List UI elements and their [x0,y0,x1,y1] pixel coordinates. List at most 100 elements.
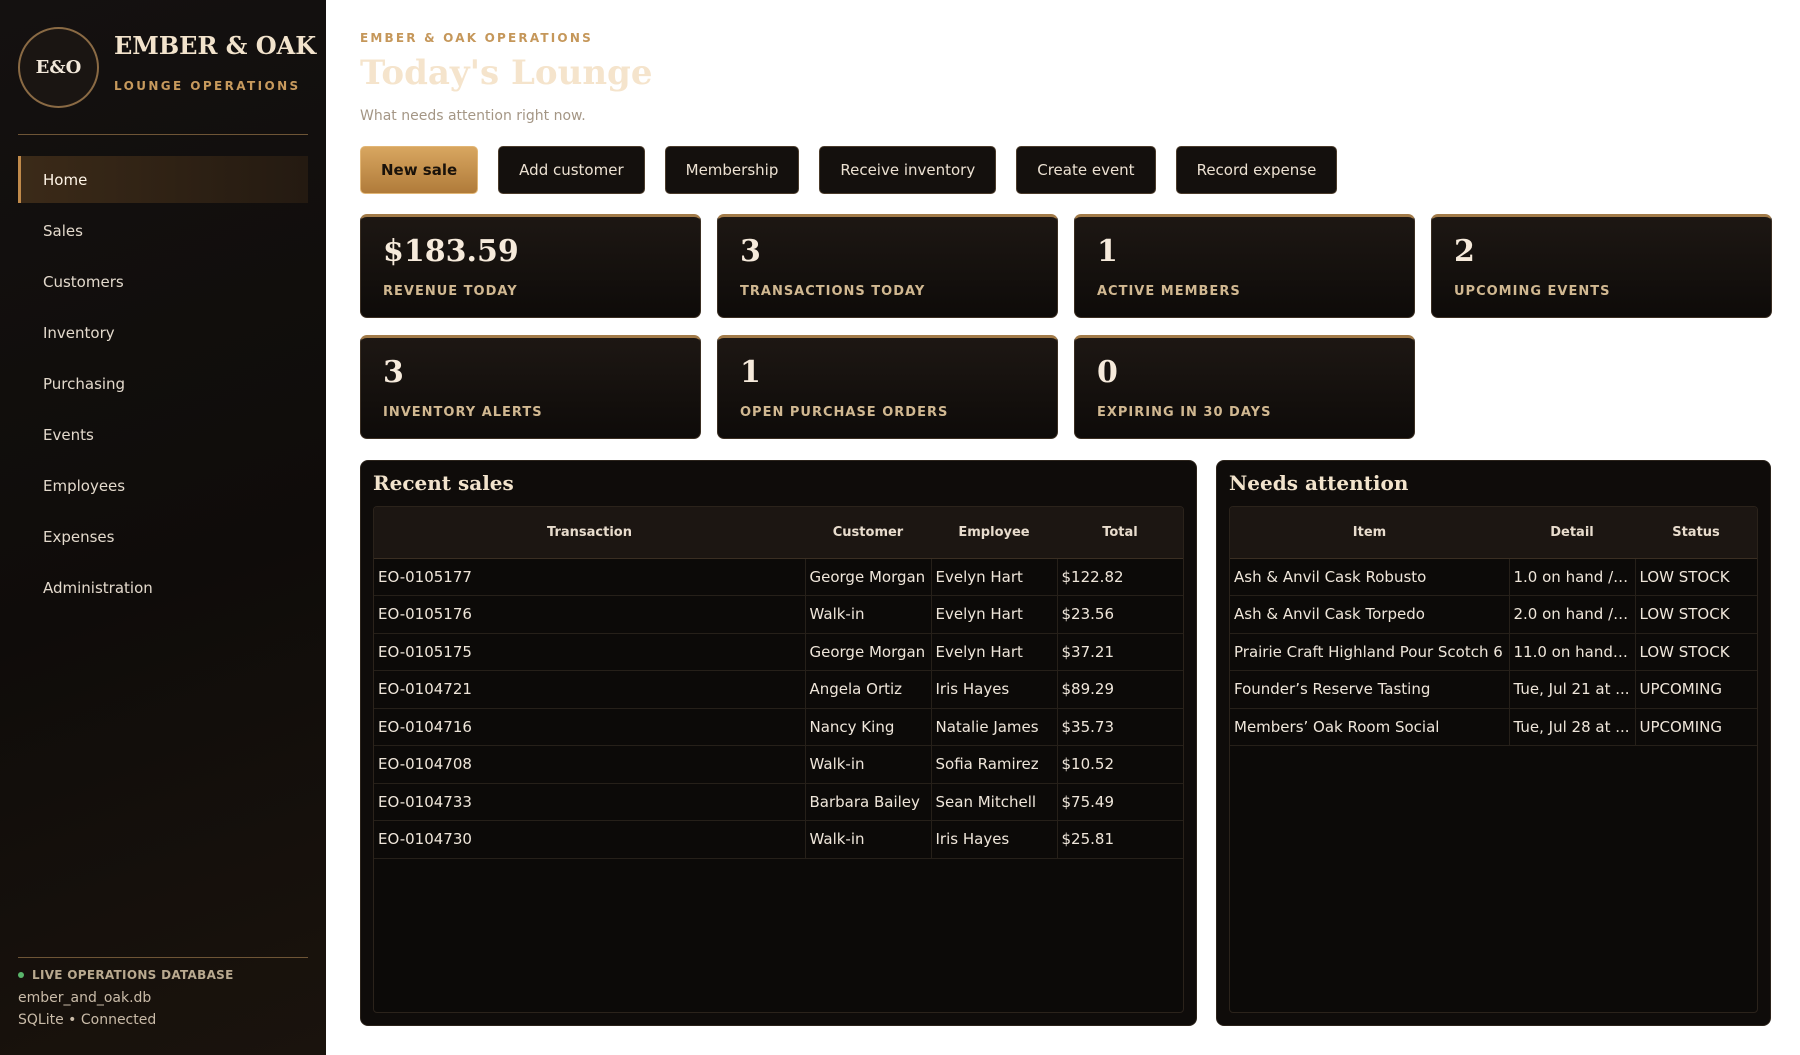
sidebar: E&O EMBER & OAK LOUNGE OPERATIONS Home S… [0,0,326,1055]
column-header[interactable]: Transaction [374,507,805,559]
table-cell: $122.82 [1057,558,1183,596]
table-row[interactable]: EO-0104716 Nancy King Natalie James $35.73 [374,708,1183,746]
metric-open-purchase-orders: 1 OPEN PURCHASE ORDERS [717,335,1058,439]
table-row[interactable]: EO-0105177 George Morgan Evelyn Hart $122.8… [374,558,1183,596]
sidebar-item-expenses[interactable]: Expenses [18,513,308,560]
sidebar-item-sales[interactable]: Sales [18,207,308,254]
page-subtitle: What needs attention right now. [360,108,586,124]
table-cell: 11.0 on hand /... [1509,633,1636,671]
sidebar-item-customers[interactable]: Customers [18,258,308,305]
table-cell: Ash & Anvil Cask Robusto [1230,558,1510,596]
sidebar-item-label: Customers [43,272,124,291]
table-cell: Barbara Bailey [805,783,932,821]
column-header[interactable]: Customer [805,507,931,559]
add-customer-button[interactable]: Add customer [498,146,645,194]
page-title: Today's Lounge [360,53,653,93]
table-cell: 1.0 on hand / ... [1509,558,1636,596]
column-header[interactable]: Detail [1509,507,1635,559]
metric-inventory-alerts: 3 INVENTORY ALERTS [360,335,701,439]
metric-label: OPEN PURCHASE ORDERS [740,405,949,420]
main-content: EMBER & OAK OPERATIONS Today's Lounge Wh… [360,0,1772,1055]
table-row[interactable]: EO-0104721 Angela Ortiz Iris Hayes $89.29 [374,670,1183,709]
metric-value: 1 [1097,234,1118,269]
brand-subtitle: LOUNGE OPERATIONS [114,79,301,93]
metric-upcoming-events: 2 UPCOMING EVENTS [1431,214,1772,318]
metric-expiring-30-days: 0 EXPIRING IN 30 DAYS [1074,335,1415,439]
metric-value: 2 [1454,234,1475,269]
column-header[interactable]: Item [1230,507,1509,559]
table-cell: George Morgan [805,558,932,596]
table-row[interactable]: Prairie Craft Highland Pour Scotch 6 11.0… [1230,633,1757,671]
record-expense-button[interactable]: Record expense [1175,146,1338,194]
table-cell: 2.0 on hand / ... [1509,595,1636,634]
sidebar-item-purchasing[interactable]: Purchasing [18,360,308,407]
table-row[interactable]: EO-0105176 Walk-in Evelyn Hart $23.56 [374,595,1183,634]
sidebar-item-label: Sales [43,221,83,240]
table-row[interactable]: Founder’s Reserve Tasting Tue, Jul 21 at … [1230,670,1757,709]
sidebar-item-events[interactable]: Events [18,411,308,458]
metric-label: REVENUE TODAY [383,284,518,299]
table-row[interactable]: Ash & Anvil Cask Torpedo 2.0 on hand / ..… [1230,595,1757,634]
sidebar-item-employees[interactable]: Employees [18,462,308,509]
sidebar-item-label: Events [43,425,94,444]
recent-sales-panel: Recent sales Transaction Customer Employ… [360,460,1197,1026]
create-event-button[interactable]: Create event [1016,146,1156,194]
table-cell: Nancy King [805,708,932,746]
column-header[interactable]: Employee [931,507,1057,559]
column-header[interactable]: Total [1057,507,1183,559]
receive-inventory-button[interactable]: Receive inventory [819,146,997,194]
table-cell: Sean Mitchell [931,783,1058,821]
table-header-row: Transaction Customer Employee Total [374,507,1183,559]
metric-label: EXPIRING IN 30 DAYS [1097,405,1272,420]
table-row[interactable]: EO-0105175 George Morgan Evelyn Hart $37.21 [374,633,1183,671]
database-status: LIVE OPERATIONS DATABASE ember_and_oak.d… [18,957,308,1028]
metric-value: 1 [740,355,761,390]
table-cell: $10.52 [1057,745,1183,784]
new-sale-button[interactable]: New sale [360,146,479,194]
table-row[interactable]: EO-0104733 Barbara Bailey Sean Mitchell $75… [374,783,1183,821]
table-cell: Angela Ortiz [805,670,932,709]
table-cell: EO-0104733 [374,783,806,821]
brand: E&O EMBER & OAK LOUNGE OPERATIONS [18,27,316,135]
needs-attention-table: Item Detail Status Ash & Anvil Cask Robu… [1229,506,1758,1013]
table-cell: UPCOMING [1635,670,1757,709]
sidebar-item-administration[interactable]: Administration [18,564,308,611]
sidebar-item-label: Administration [43,578,153,597]
table-cell: UPCOMING [1635,708,1757,746]
panel-title: Needs attention [1229,471,1409,495]
brand-name: EMBER & OAK [114,31,317,60]
table-row[interactable]: Members’ Oak Room Social Tue, Jul 28 at .… [1230,708,1757,746]
metric-label: UPCOMING EVENTS [1454,284,1611,299]
metric-value: 3 [740,234,761,269]
table-cell: EO-0105175 [374,633,806,671]
metric-transactions-today: 3 TRANSACTIONS TODAY [717,214,1058,318]
table-cell: Tue, Jul 28 at ... [1509,708,1636,746]
table-cell: $25.81 [1057,820,1183,859]
table-cell: EO-0105177 [374,558,806,596]
sidebar-item-label: Expenses [43,527,115,546]
table-cell: $23.56 [1057,595,1183,634]
table-row[interactable]: Ash & Anvil Cask Robusto 1.0 on hand / ..… [1230,558,1757,596]
table-row[interactable]: EO-0104730 Walk-in Iris Hayes $25.81 [374,820,1183,859]
sidebar-nav: Home Sales Customers Inventory Purchasin… [18,156,308,615]
table-cell: Natalie James [931,708,1058,746]
sidebar-item-home[interactable]: Home [18,156,308,203]
sidebar-item-inventory[interactable]: Inventory [18,309,308,356]
table-cell: Evelyn Hart [931,633,1058,671]
membership-button[interactable]: Membership [664,146,800,194]
table-cell: Evelyn Hart [931,558,1058,596]
table-cell: EO-0104721 [374,670,806,709]
metric-value: 3 [383,355,404,390]
column-header[interactable]: Status [1635,507,1757,559]
database-name: ember_and_oak.db [18,990,152,1006]
page-eyebrow: EMBER & OAK OPERATIONS [360,31,593,45]
table-cell: LOW STOCK [1635,595,1757,634]
status-dot-icon [18,972,24,978]
database-connection: SQLite • Connected [18,1012,157,1028]
sidebar-item-label: Employees [43,476,126,495]
table-cell: EO-0105176 [374,595,806,634]
table-cell: EO-0104730 [374,820,806,859]
table-row[interactable]: EO-0104708 Walk-in Sofia Ramirez $10.52 [374,745,1183,784]
panel-title: Recent sales [373,471,514,495]
table-cell: $89.29 [1057,670,1183,709]
